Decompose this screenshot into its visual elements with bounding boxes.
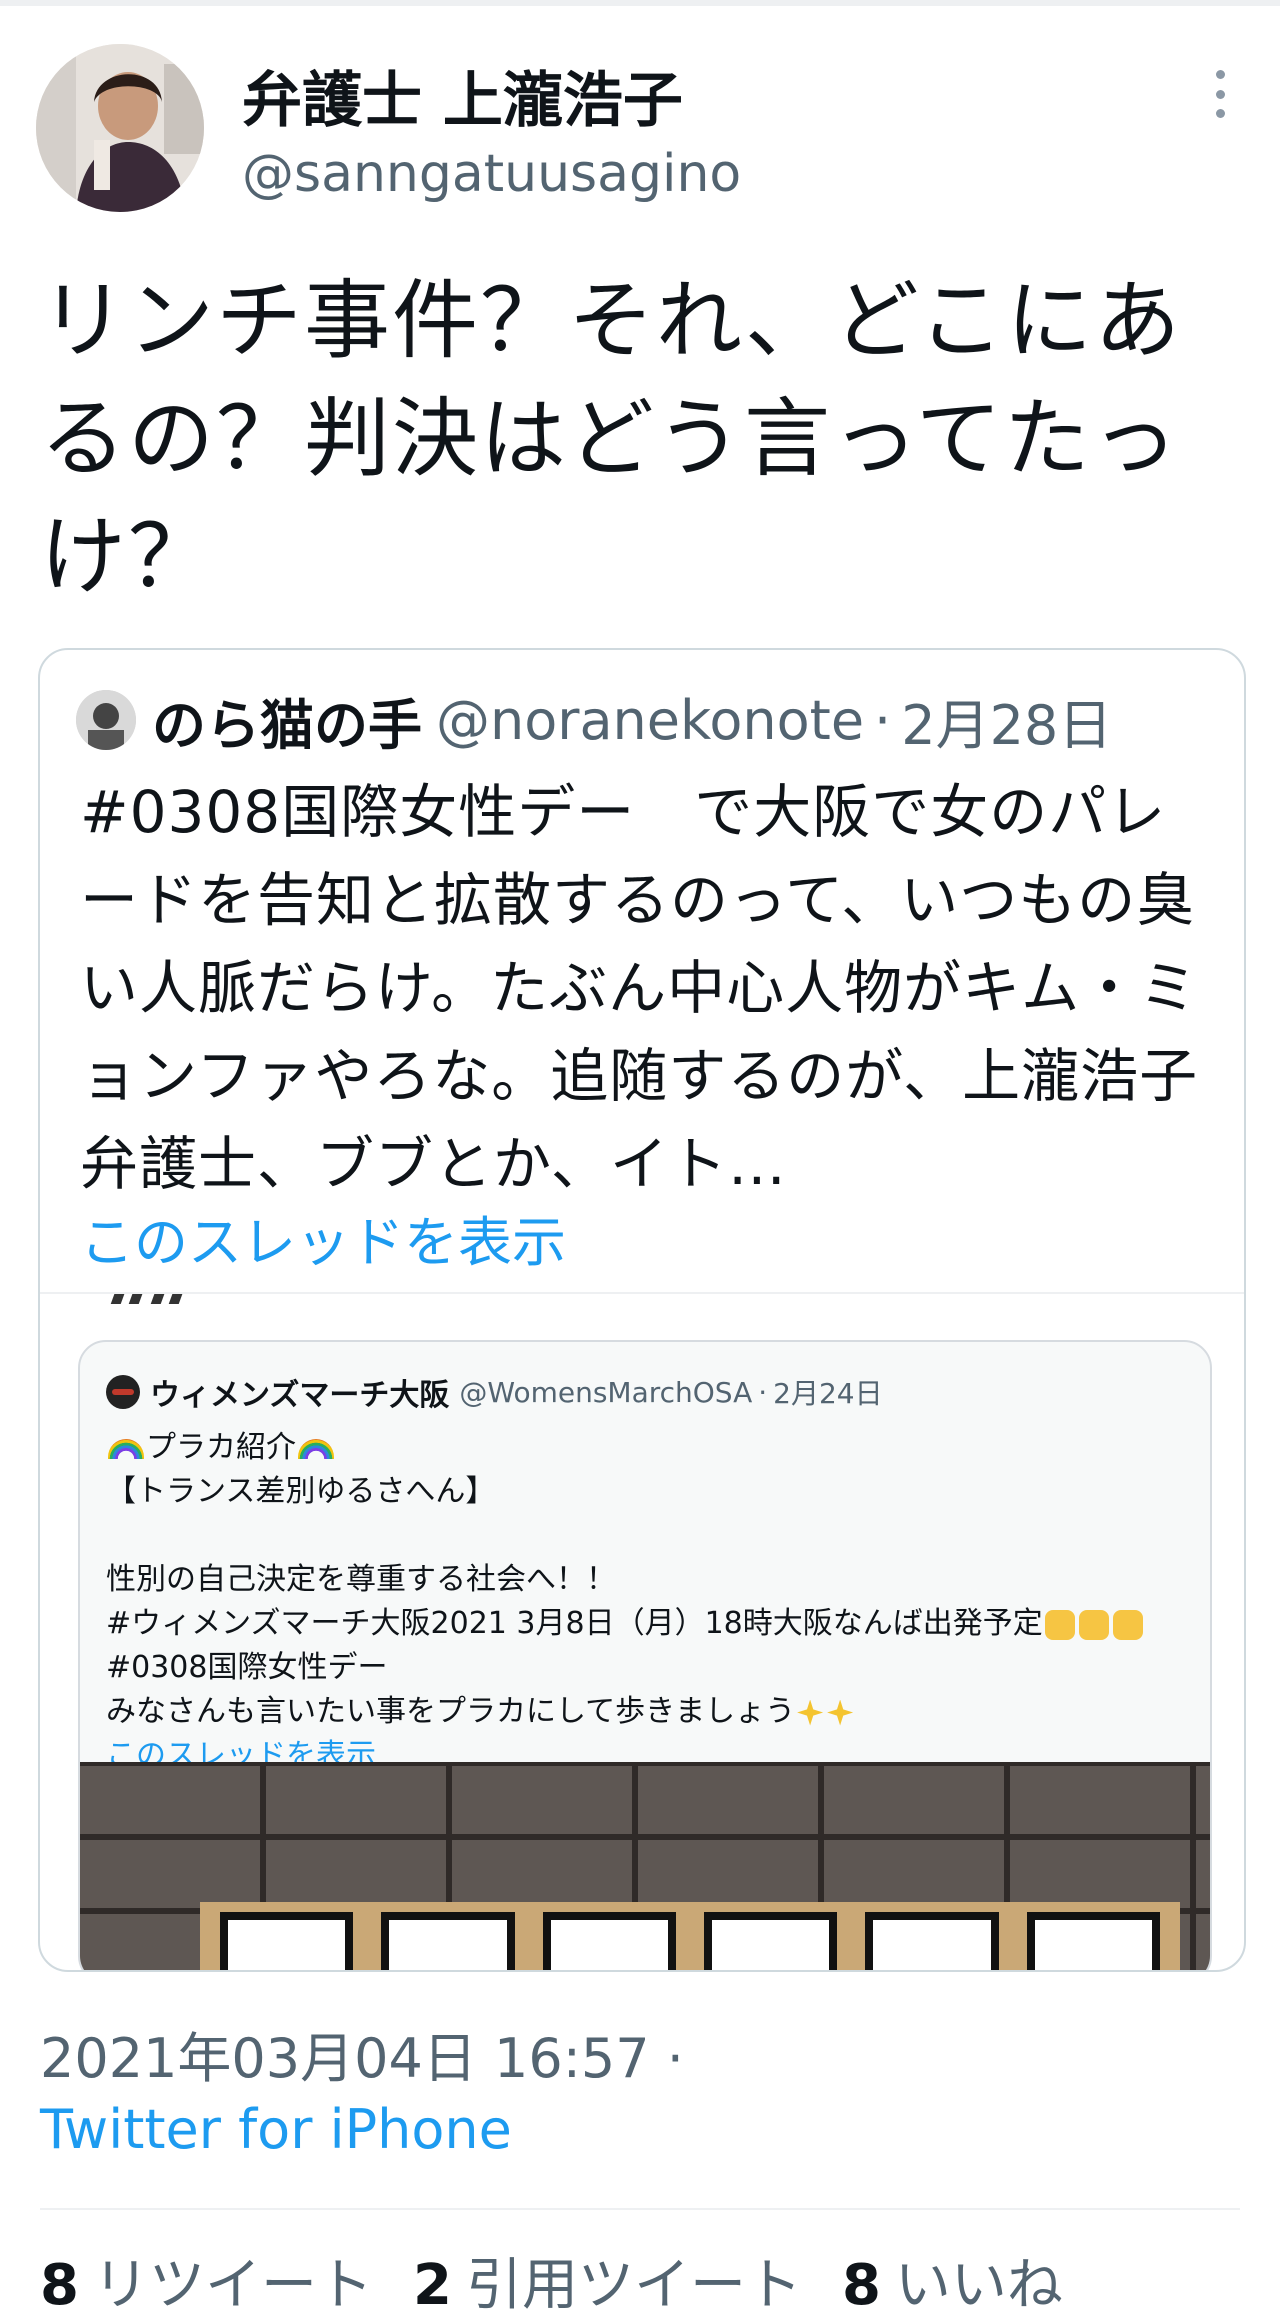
inner-line-text: プラカ紹介 bbox=[146, 1430, 296, 1465]
inner-tweet-text: プラカ紹介 【トランス差別ゆるさへん】 性別の自己決定を尊重する社会へ！！ #ウ… bbox=[106, 1426, 1196, 1778]
like-label: いいね bbox=[894, 2253, 1063, 2318]
more-options-icon[interactable] bbox=[1208, 70, 1232, 118]
placard-photo bbox=[80, 1762, 1210, 1970]
quote-tweet-label: 引用ツイート bbox=[465, 2253, 802, 2318]
raised-fist-icon bbox=[1112, 1609, 1143, 1640]
inner-author-avatar bbox=[106, 1375, 140, 1409]
inner-separator: · bbox=[758, 1375, 768, 1409]
sparkle-icon bbox=[797, 1699, 824, 1726]
engagement-stats: 8 リツイート 2 引用ツイート 8 いいね bbox=[40, 2240, 1103, 2321]
avatar-photo bbox=[36, 44, 204, 212]
sparkle-icon bbox=[827, 1699, 854, 1726]
show-thread-link[interactable]: このスレッドを表示 bbox=[80, 1198, 566, 1277]
inner-date: 2月24日 bbox=[773, 1377, 883, 1410]
quoted-tweet-text: #0308国際女性デー で大阪で女のパレードを告知と拡散するのって、いつもの臭い… bbox=[80, 778, 1199, 1198]
quoted-tweet-card[interactable]: のら猫の手 @noranekonote · 2月28日 #0308国際女性デー … bbox=[38, 648, 1246, 1972]
inner-author-name: ウィメンズマーチ大阪 bbox=[150, 1378, 450, 1413]
quote-tweet-count: 2 bbox=[412, 2253, 452, 2318]
top-divider bbox=[0, 0, 1280, 6]
inner-tweet-header: ウィメンズマーチ大阪 @WomensMarchOSA · 2月24日 bbox=[106, 1368, 1196, 1416]
tweet-text: リンチ事件？それ、どこにあるの？判決はどう言ってたっけ？ bbox=[40, 271, 1183, 607]
inner-line: #0308国際女性デー bbox=[106, 1650, 388, 1685]
embedded-tweet-image: ウィメンズマーチ大阪 @WomensMarchOSA · 2月24日 プラカ紹介… bbox=[78, 1340, 1212, 1970]
retweet-label: リツイート bbox=[92, 2253, 373, 2318]
retweets-stat[interactable]: 8 リツイート bbox=[40, 2240, 373, 2321]
retweet-count: 8 bbox=[40, 2253, 79, 2318]
inner-line bbox=[106, 1514, 1196, 1558]
inner-line: 性別の自己決定を尊重する社会へ！！ bbox=[106, 1562, 616, 1597]
author-handle[interactable]: @sanngatuusagino bbox=[242, 144, 741, 204]
raised-fist-icon bbox=[1044, 1609, 1075, 1640]
inner-line: 【トランス差別ゆるさへん】 bbox=[106, 1474, 496, 1509]
inner-line: みなさんも言いたい事をプラカにして歩きましょう bbox=[106, 1690, 1196, 1734]
quoted-author-handle: @noranekonote bbox=[436, 688, 865, 752]
quoted-media-divider bbox=[40, 1292, 1244, 1294]
raised-fist-icon bbox=[1078, 1609, 1109, 1640]
quoted-tweet-header: のら猫の手 @noranekonote · 2月28日 bbox=[76, 688, 1226, 757]
author-name[interactable]: 弁護士 上瀧浩子 bbox=[242, 52, 683, 139]
inner-line-text: #ウィメンズマーチ大阪2021 3月8日（月）18時大阪なんば出発予定 bbox=[106, 1606, 1043, 1641]
inner-line-text: みなさんも言いたい事をプラカにして歩きましょう bbox=[106, 1694, 796, 1729]
inner-author-handle: @WomensMarchOSA bbox=[459, 1375, 753, 1409]
rainbow-icon bbox=[298, 1438, 334, 1459]
author-avatar[interactable] bbox=[36, 44, 204, 212]
stats-divider bbox=[40, 2208, 1240, 2210]
cropped-text-fragment bbox=[110, 1294, 190, 1310]
like-count: 8 bbox=[841, 2253, 881, 2318]
rainbow-icon bbox=[108, 1438, 144, 1459]
quoted-date: 2月28日 bbox=[901, 693, 1113, 757]
quoted-separator: · bbox=[874, 688, 892, 752]
quote-tweets-stat[interactable]: 2 引用ツイート bbox=[413, 2240, 802, 2321]
quoted-author-name: のら猫の手 bbox=[152, 693, 422, 757]
tweet-client-link[interactable]: Twitter for iPhone bbox=[40, 2098, 512, 2161]
inner-line: #ウィメンズマーチ大阪2021 3月8日（月）18時大阪なんば出発予定 bbox=[106, 1602, 1196, 1646]
quoted-author-avatar bbox=[76, 690, 136, 750]
inner-line: プラカ紹介 bbox=[106, 1426, 1196, 1470]
placard-lettering bbox=[220, 1912, 1160, 1970]
likes-stat[interactable]: 8 いいね bbox=[842, 2240, 1063, 2321]
tweet-timestamp: 2021年03月04日 16:57 · bbox=[40, 2027, 684, 2090]
